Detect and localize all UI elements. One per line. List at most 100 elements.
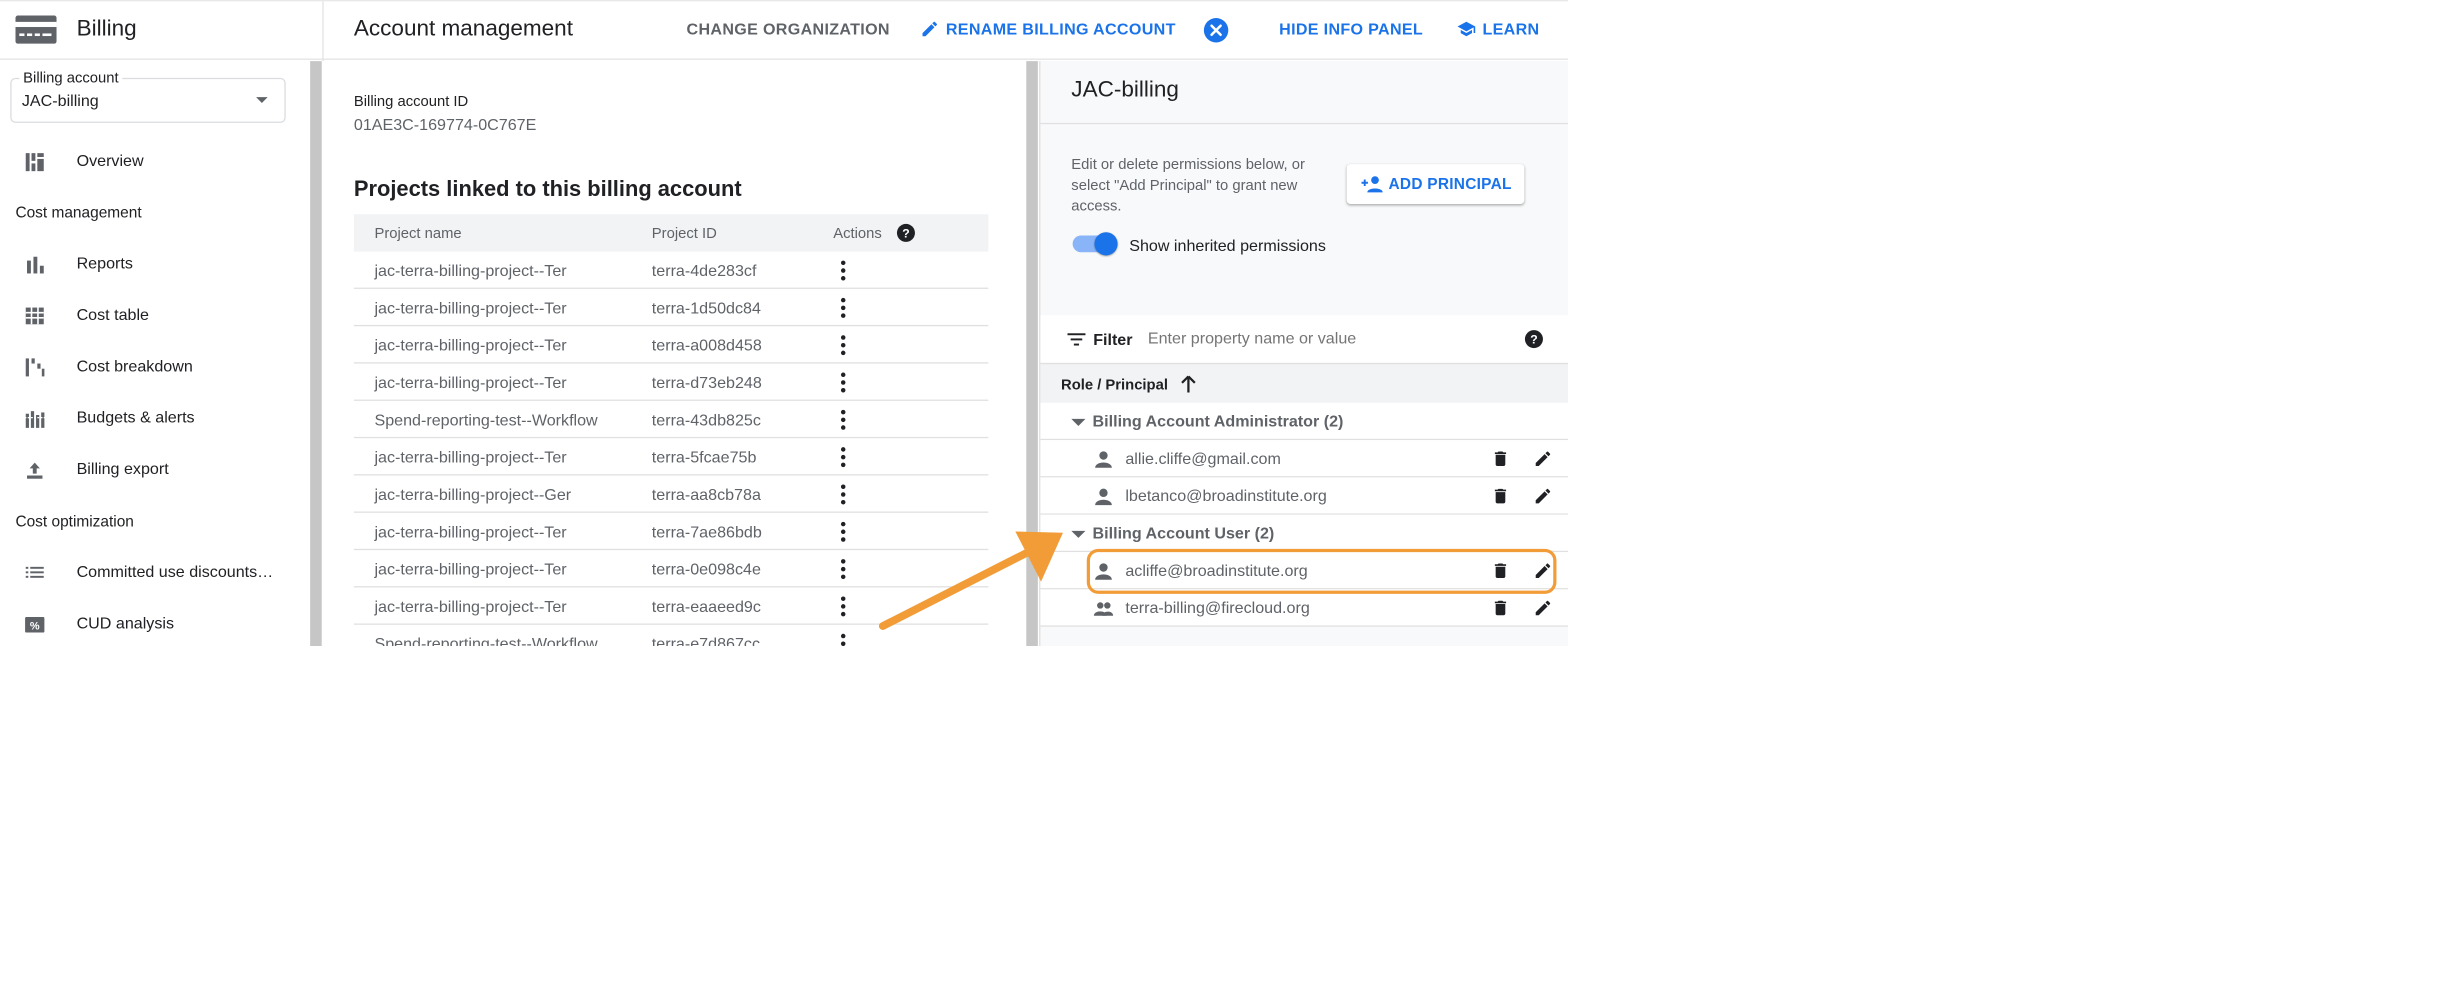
bar-chart-icon: [27, 256, 44, 274]
expand-triangle-icon[interactable]: [1071, 418, 1086, 426]
role-principal-label: Role / Principal: [1061, 375, 1168, 393]
project-name: jac-terra-billing-project--Ter: [374, 299, 567, 318]
pencil-icon: [922, 21, 937, 37]
more-vert-icon[interactable]: [840, 297, 846, 319]
table-row[interactable]: jac-terra-billing-project--Ter terra-eaa…: [353, 587, 989, 625]
edit-icon[interactable]: [1533, 486, 1552, 505]
header-divider: [322, 1, 324, 62]
table-row[interactable]: jac-terra-billing-project--Ter terra-1d5…: [353, 289, 989, 327]
role-group-row[interactable]: Billing Account Administrator (2): [1040, 402, 1569, 441]
column-header-project-name[interactable]: Project name: [374, 225, 461, 242]
person-add-icon: [1361, 176, 1383, 193]
add-principal-button[interactable]: ADD PRINCIPAL: [1346, 164, 1525, 204]
billing-account-id-label: Billing account ID: [353, 92, 469, 110]
budget-icon: [24, 411, 46, 428]
table-row[interactable]: Spend-reporting-test--Workflow terra-43d…: [353, 401, 989, 439]
svg-text:%: %: [30, 620, 40, 632]
filter-input[interactable]: [1147, 329, 1509, 349]
sidebar: Billing account JAC-billing Overview Cos…: [0, 61, 311, 647]
more-vert-icon[interactable]: [840, 409, 846, 431]
change-organization-button[interactable]: CHANGE ORGANIZATION: [687, 21, 890, 40]
rename-billing-account-label: RENAME BILLING ACCOUNT: [945, 20, 1176, 39]
more-vert-icon[interactable]: [840, 372, 846, 394]
more-vert-icon[interactable]: [840, 633, 846, 647]
billing-account-label: Billing account: [19, 68, 123, 87]
sidebar-item-label: Budgets & alerts: [76, 408, 195, 427]
school-icon: [1457, 21, 1476, 37]
sidebar-item-cost-table[interactable]: Cost table: [0, 296, 310, 335]
section-cost-optimization: Cost optimization: [15, 512, 134, 531]
arrow-upward-icon[interactable]: [1180, 374, 1197, 393]
learn-button[interactable]: LEARN: [1455, 21, 1539, 40]
table-row[interactable]: jac-terra-billing-project--Ter terra-a00…: [353, 326, 989, 364]
project-name: jac-terra-billing-project--Ter: [374, 597, 567, 616]
sidebar-item-cud-analysis[interactable]: % CUD analysis: [0, 605, 310, 644]
project-name: jac-terra-billing-project--Ter: [374, 373, 567, 392]
help-icon[interactable]: ?: [1524, 329, 1543, 349]
chevron-down-icon: [256, 97, 268, 103]
svg-text:?: ?: [902, 226, 909, 240]
project-name: Spend-reporting-test--Workflow: [374, 635, 598, 647]
sidebar-item-cost-breakdown[interactable]: Cost breakdown: [0, 347, 310, 386]
main-scrollbar[interactable]: [1026, 61, 1038, 647]
project-name: jac-terra-billing-project--Ter: [374, 560, 567, 579]
expand-triangle-icon[interactable]: [1071, 530, 1086, 538]
more-vert-icon[interactable]: [840, 559, 846, 580]
highlight-box: [1086, 548, 1557, 594]
billing-logo-icon: [15, 15, 57, 44]
learn-label: LEARN: [1482, 20, 1540, 39]
change-organization-label: CHANGE ORGANIZATION: [686, 20, 890, 39]
app-title: Billing: [76, 15, 137, 41]
sidebar-item-budgets-alerts[interactable]: Budgets & alerts: [0, 399, 310, 438]
more-vert-icon[interactable]: [840, 484, 846, 506]
sidebar-scrollbar[interactable]: [310, 61, 322, 647]
principal-row[interactable]: terra-billing@firecloud.org: [1040, 589, 1569, 627]
principal-row[interactable]: allie.cliffe@gmail.com: [1040, 440, 1569, 478]
table-row[interactable]: jac-terra-billing-project--Ger terra-aa8…: [353, 475, 989, 513]
sidebar-item-overview[interactable]: Overview: [0, 142, 310, 181]
close-circle-icon[interactable]: [1203, 17, 1229, 43]
person-icon: [1095, 451, 1112, 468]
sidebar-item-label: Billing export: [76, 460, 169, 479]
toggle-thumb[interactable]: [1094, 232, 1118, 256]
table-row[interactable]: jac-terra-billing-project--Ter terra-4de…: [353, 252, 989, 289]
more-vert-icon[interactable]: [840, 447, 846, 468]
role-group-row[interactable]: Billing Account User (2): [1040, 514, 1569, 553]
principal-row[interactable]: lbetanco@broadinstitute.org: [1040, 477, 1569, 515]
delete-icon[interactable]: [1491, 598, 1510, 617]
project-name: jac-terra-billing-project--Ter: [374, 261, 567, 280]
more-vert-icon[interactable]: [840, 596, 846, 617]
more-vert-icon[interactable]: [840, 260, 846, 282]
column-header-project-id[interactable]: Project ID: [652, 225, 717, 242]
sidebar-item-label: Reports: [76, 254, 133, 273]
help-icon[interactable]: ?: [896, 223, 915, 242]
more-vert-icon[interactable]: [840, 521, 846, 543]
billing-account-select[interactable]: Billing account JAC-billing: [10, 68, 286, 123]
more-vert-icon[interactable]: [840, 335, 846, 356]
sidebar-item-billing-export[interactable]: Billing export: [0, 450, 310, 489]
principal-email: terra-billing@firecloud.org: [1125, 599, 1310, 618]
table-row[interactable]: jac-terra-billing-project--Ter terra-7ae…: [353, 513, 989, 551]
delete-icon[interactable]: [1491, 449, 1510, 468]
project-id: terra-d73eb248: [651, 373, 762, 392]
role-principal-header[interactable]: Role / Principal: [1040, 362, 1569, 403]
project-name: jac-terra-billing-project--Ter: [374, 336, 567, 355]
edit-icon[interactable]: [1533, 598, 1552, 617]
project-name: jac-terra-billing-project--Ger: [374, 485, 572, 504]
delete-icon[interactable]: [1491, 486, 1510, 505]
hide-info-panel-button[interactable]: HIDE INFO PANEL: [1279, 21, 1423, 40]
table-row[interactable]: Spend-reporting-test--Workflow terra-e7d…: [354, 625, 988, 647]
billing-console: Billing Account management CHANGE ORGANI…: [0, 0, 1569, 647]
table-row[interactable]: jac-terra-billing-project--Ter terra-d73…: [353, 364, 989, 401]
rename-billing-account-button[interactable]: RENAME BILLING ACCOUNT: [920, 21, 1176, 40]
table-row[interactable]: jac-terra-billing-project--Ter terra-0e0…: [353, 550, 989, 588]
project-name: jac-terra-billing-project--Ter: [374, 448, 567, 467]
project-id: terra-4de283cf: [651, 261, 757, 280]
table-row[interactable]: jac-terra-billing-project--Ter terra-5fc…: [353, 438, 989, 476]
projects-section-title: Projects linked to this billing account: [353, 176, 742, 202]
edit-icon[interactable]: [1533, 449, 1552, 468]
sidebar-item-reports[interactable]: Reports: [0, 245, 310, 284]
group-icon: [1093, 602, 1114, 616]
sidebar-item-committed-use-discounts[interactable]: Committed use discounts…: [0, 553, 310, 592]
hide-info-panel-label: HIDE INFO PANEL: [1279, 20, 1424, 39]
